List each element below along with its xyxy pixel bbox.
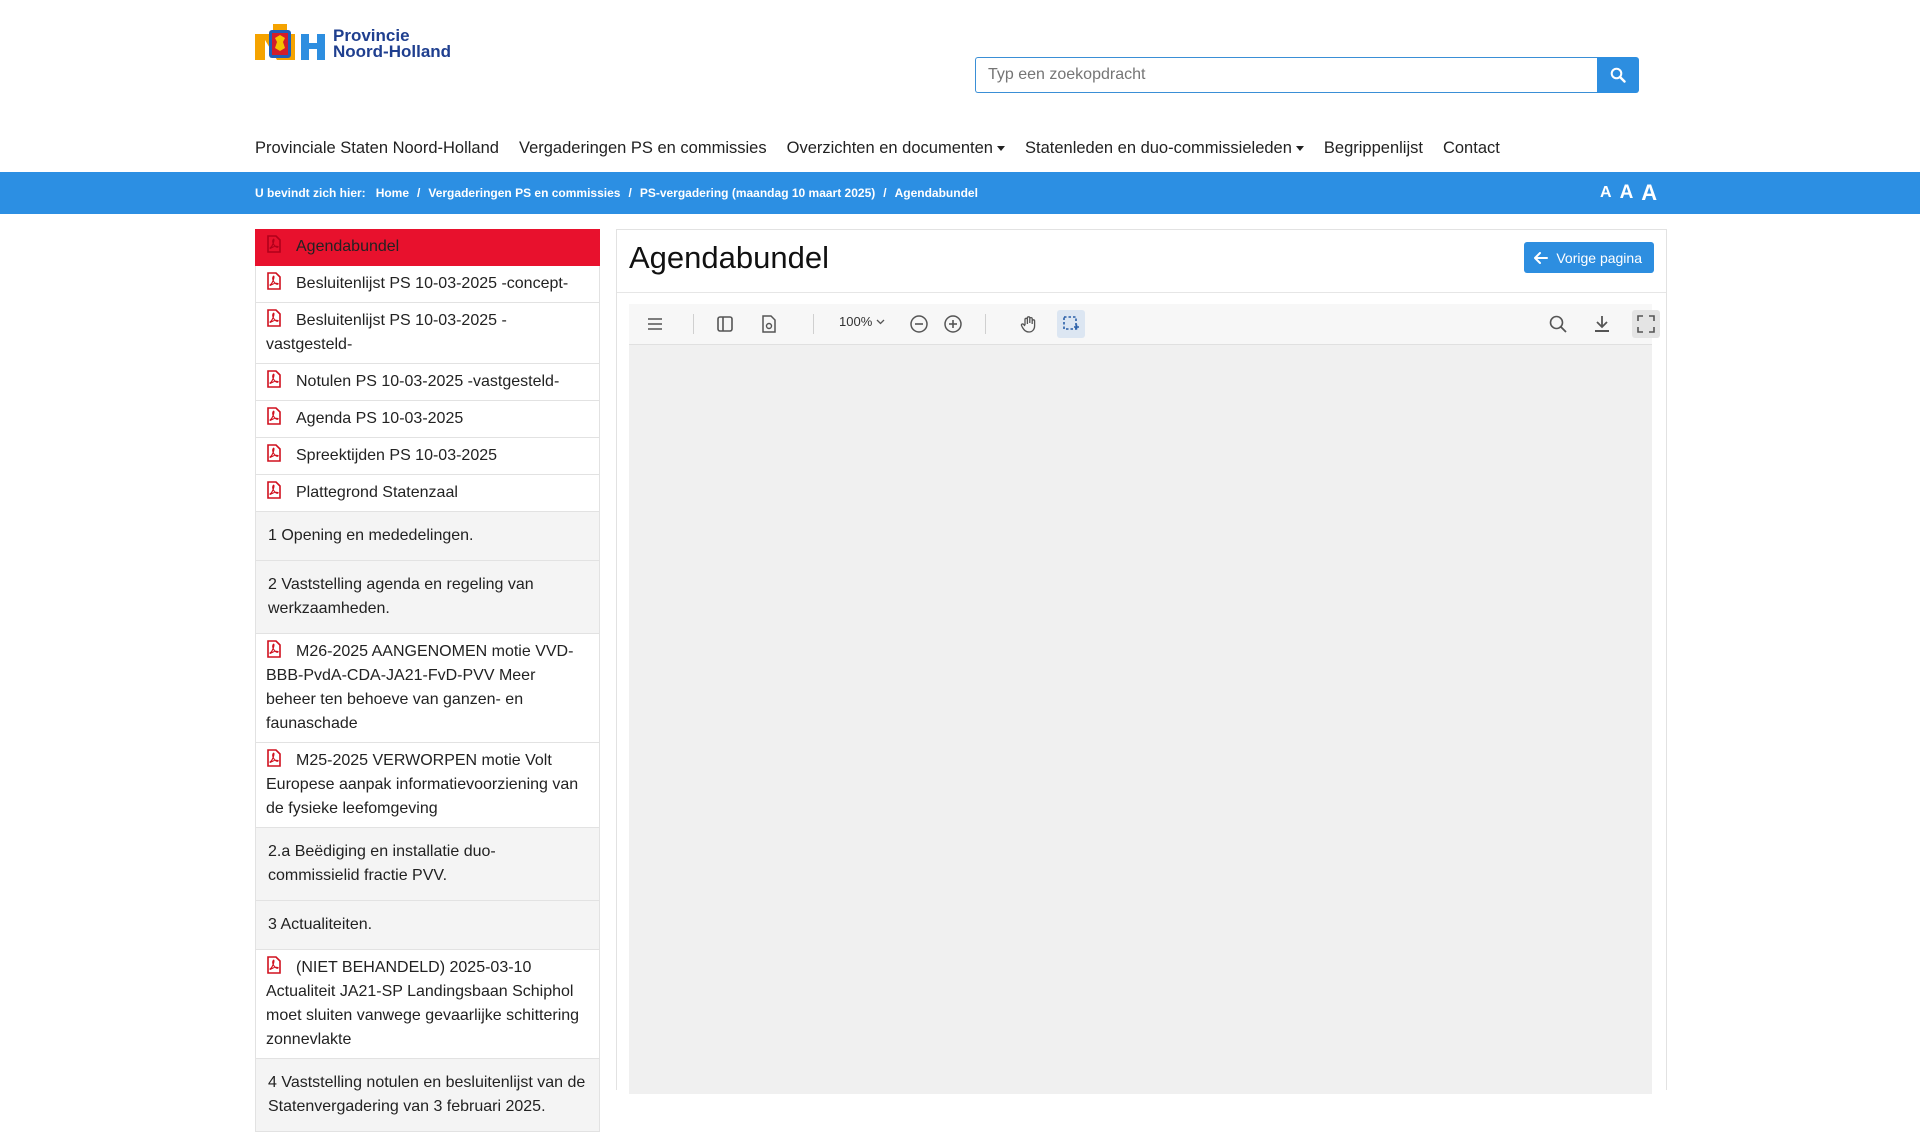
breadcrumb: U bevindt zich hier: Home / Vergaderinge… xyxy=(255,186,978,200)
pdf-icon xyxy=(267,640,281,658)
search-icon[interactable] xyxy=(1544,310,1572,338)
font-size-large[interactable]: A xyxy=(1641,180,1657,206)
nav-vergaderingen[interactable]: Vergaderingen PS en commissies xyxy=(519,139,767,158)
selection-tool-icon[interactable] xyxy=(1057,310,1085,338)
agenda-item-2a[interactable]: 2.a Beëdiging en installatie duo-commiss… xyxy=(255,828,600,901)
breadcrumb-lead: U bevindt zich hier: xyxy=(255,186,366,200)
doc-item-agendabundel[interactable]: Agendabundel xyxy=(255,229,600,266)
page-settings-icon[interactable] xyxy=(755,310,783,338)
agenda-item-3[interactable]: 3 Actualiteiten. xyxy=(255,901,600,950)
pdf-icon xyxy=(267,309,281,327)
doc-item-plattegrond[interactable]: Plattegrond Statenzaal xyxy=(255,475,600,512)
chevron-down-icon xyxy=(876,319,885,324)
agenda-item-4[interactable]: 4 Vaststelling notulen en besluitenlijst… xyxy=(255,1059,600,1132)
breadcrumb-ps-vergadering[interactable]: PS-vergadering (maandag 10 maart 2025) xyxy=(640,186,875,200)
pdf-icon xyxy=(267,481,281,499)
nav-provinciale-staten[interactable]: Provinciale Staten Noord-Holland xyxy=(255,139,499,158)
pdf-icon xyxy=(267,956,281,974)
pdf-icon xyxy=(267,370,281,388)
logo-line-2: Noord-Holland xyxy=(333,42,452,61)
font-size-controls: A A A xyxy=(1600,172,1657,214)
province-crest-icon xyxy=(255,24,327,64)
pdf-icon xyxy=(267,272,281,290)
doc-item-notulen[interactable]: Notulen PS 10-03-2025 -vastgesteld- xyxy=(255,364,600,401)
font-size-medium[interactable]: A xyxy=(1620,182,1634,204)
pdf-icon xyxy=(267,749,281,767)
doc-item-m26[interactable]: M26-2025 AANGENOMEN motie VVD-BBB-PvdA-C… xyxy=(255,634,600,743)
main-nav: Provinciale Staten Noord-Holland Vergade… xyxy=(255,139,1520,158)
page-title: Agendabundel xyxy=(629,240,829,275)
zoom-level-select[interactable]: 100% xyxy=(839,314,885,329)
zoom-in-icon[interactable] xyxy=(939,310,967,338)
menu-icon[interactable] xyxy=(641,310,669,338)
doc-item-besluitenlijst-vastgesteld[interactable]: Besluitenlijst PS 10-03-2025 -vastgestel… xyxy=(255,303,600,364)
pdf-viewer[interactable]: 100% xyxy=(629,304,1660,1094)
pdf-icon xyxy=(267,444,281,462)
breadcrumb-bar: U bevindt zich hier: Home / Vergaderinge… xyxy=(0,172,1920,214)
nav-statenleden[interactable]: Statenleden en duo-commissieleden xyxy=(1025,139,1304,158)
nav-begrippenlijst[interactable]: Begrippenlijst xyxy=(1324,139,1423,158)
breadcrumb-vergaderingen[interactable]: Vergaderingen PS en commissies xyxy=(428,186,620,200)
pdf-toolbar: 100% xyxy=(629,304,1660,345)
site-logo[interactable]: Provincie Noord-Holland xyxy=(255,24,451,64)
arrow-left-icon xyxy=(1534,251,1549,264)
hand-tool-icon[interactable] xyxy=(1015,310,1043,338)
search-bar xyxy=(975,57,1639,93)
previous-page-button[interactable]: Vorige pagina xyxy=(1524,242,1654,273)
search-icon xyxy=(1610,67,1626,83)
nav-contact[interactable]: Contact xyxy=(1443,139,1500,158)
document-panel: Agendabundel Vorige pagina 100% xyxy=(616,229,1667,1094)
pdf-icon xyxy=(267,407,281,425)
document-sidebar: Agendabundel Besluitenlijst PS 10-03-202… xyxy=(255,229,600,1132)
search-input[interactable] xyxy=(975,57,1597,93)
download-icon[interactable] xyxy=(1588,310,1616,338)
zoom-out-icon[interactable] xyxy=(905,310,933,338)
nav-overzichten[interactable]: Overzichten en documenten xyxy=(787,139,1005,158)
caret-down-icon xyxy=(1295,146,1304,151)
agenda-item-2[interactable]: 2 Vaststelling agenda en regeling van we… xyxy=(255,561,600,634)
sidebar-toggle-icon[interactable] xyxy=(711,310,739,338)
breadcrumb-home[interactable]: Home xyxy=(376,186,409,200)
fullscreen-icon[interactable] xyxy=(1632,310,1660,338)
font-size-small[interactable]: A xyxy=(1600,184,1612,202)
caret-down-icon xyxy=(996,146,1005,151)
search-button[interactable] xyxy=(1597,57,1639,93)
breadcrumb-current: Agendabundel xyxy=(894,186,978,200)
doc-item-m25[interactable]: M25-2025 VERWORPEN motie Volt Europese a… xyxy=(255,743,600,828)
doc-item-besluitenlijst-concept[interactable]: Besluitenlijst PS 10-03-2025 -concept- xyxy=(255,266,600,303)
agenda-item-1[interactable]: 1 Opening en mededelingen. xyxy=(255,512,600,561)
pdf-icon xyxy=(267,235,281,253)
doc-item-actualiteit[interactable]: (NIET BEHANDELD) 2025-03-10 Actualiteit … xyxy=(255,950,600,1059)
doc-item-agenda[interactable]: Agenda PS 10-03-2025 xyxy=(255,401,600,438)
doc-item-spreektijden[interactable]: Spreektijden PS 10-03-2025 xyxy=(255,438,600,475)
